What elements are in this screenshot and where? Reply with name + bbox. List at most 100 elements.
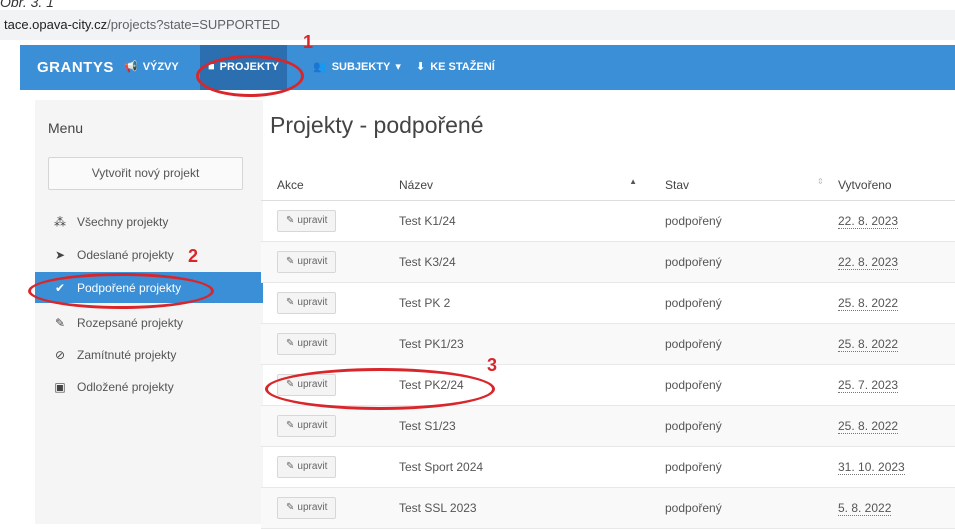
cell-akce: ✎ upravit xyxy=(261,405,379,447)
sidebar-item-label: Zamítnuté projekty xyxy=(77,347,177,362)
sidebar: Menu Vytvořit nový projekt ⁂ Všechny pro… xyxy=(35,100,263,524)
pencil-icon: ✎ xyxy=(286,256,295,267)
sidebar-item-drafts[interactable]: ✎ Rozepsané projekty xyxy=(35,307,263,338)
pencil-icon: ✎ xyxy=(286,297,295,308)
sidebar-title: Menu xyxy=(48,120,84,136)
cell-vytvoreno: 25. 8. 2022 xyxy=(815,323,955,365)
cell-akce: ✎ upravit xyxy=(261,487,379,529)
nav-subjekty[interactable]: 👥 SUBJEKTY ▾ xyxy=(313,45,401,90)
pencil-icon: ✎ xyxy=(286,420,295,431)
cell-nazev: Test Sport 2024 xyxy=(379,446,645,488)
edit-button[interactable]: ✎ upravit xyxy=(277,455,337,478)
created-date: 25. 8. 2022 xyxy=(838,295,899,311)
edit-button[interactable]: ✎ upravit xyxy=(277,496,337,519)
cell-stav: podpořený xyxy=(645,241,815,283)
projects-table: Akce Název ▲ Stav ⇕ Vytvořeno ✎ upravit Test… xyxy=(261,170,955,529)
cell-akce: ✎ upravit xyxy=(261,241,379,283)
cell-vytvoreno: 22. 8. 2023 xyxy=(815,200,955,242)
column-stav[interactable]: Stav xyxy=(645,170,815,201)
cell-stav: podpořený xyxy=(645,200,815,242)
cell-vytvoreno: 22. 8. 2023 xyxy=(815,241,955,283)
sidebar-item-sent[interactable]: ➤ Odeslané projekty xyxy=(35,239,263,270)
chevron-down-icon: ▾ xyxy=(395,61,401,73)
column-vytvoreno-label: Vytvořeno xyxy=(838,177,892,192)
created-date: 22. 8. 2023 xyxy=(838,254,899,270)
bullhorn-icon: 📢 xyxy=(124,61,138,73)
sidebar-item-rejected[interactable]: ⊘ Zamítnuté projekty xyxy=(35,339,263,370)
figure-caption: Obr. 3. 1 xyxy=(0,0,54,10)
url-host: tace.opava-city.cz xyxy=(4,17,108,32)
edit-button[interactable]: ✎ upravit xyxy=(277,250,337,273)
archive-icon: ▣ xyxy=(54,379,66,394)
address-bar[interactable]: tace.opava-city.cz/projects?state=SUPPOR… xyxy=(0,10,955,40)
annotation-number-1: 1 xyxy=(303,32,314,52)
pencil-icon: ✎ xyxy=(286,338,295,349)
nav-vyzvy[interactable]: 📢 VÝZVY xyxy=(124,45,179,90)
nav-vyzvy-label: VÝZVY xyxy=(142,61,179,73)
edit-button-label: upravit xyxy=(297,256,328,267)
created-date: 25. 7. 2023 xyxy=(838,377,899,393)
url-path: /projects?state=SUPPORTED xyxy=(107,17,280,32)
annotation-ring-3 xyxy=(265,368,495,410)
cell-akce: ✎ upravit xyxy=(261,323,379,365)
cell-stav: podpořený xyxy=(645,323,815,365)
cell-vytvoreno: 5. 8. 2022 xyxy=(815,487,955,529)
download-icon: ⬇ xyxy=(416,61,426,73)
ban-icon: ⊘ xyxy=(54,347,66,362)
new-project-button[interactable]: Vytvořit nový projekt xyxy=(48,157,243,190)
created-date: 25. 8. 2022 xyxy=(838,418,899,434)
edit-button-label: upravit xyxy=(297,502,328,513)
cell-akce: ✎ upravit xyxy=(261,446,379,488)
edit-button[interactable]: ✎ upravit xyxy=(277,291,337,314)
cell-nazev: Test K3/24 xyxy=(379,241,645,283)
table-header-row: Akce Název ▲ Stav ⇕ Vytvořeno xyxy=(261,170,955,201)
table-row: ✎ upravit Test K1/24 podpořený 22. 8. 2023 xyxy=(261,200,955,242)
annotation-ring-1 xyxy=(196,55,304,97)
edit-button[interactable]: ✎ upravit xyxy=(277,332,337,355)
annotation-number-3: 3 xyxy=(487,355,498,375)
table-row: ✎ upravit Test PK1/23 podpořený 25. 8. 2022 xyxy=(261,323,955,365)
cell-nazev: Test S1/23 xyxy=(379,405,645,447)
sidebar-item-label: Odložené projekty xyxy=(77,379,174,394)
edit-button[interactable]: ✎ upravit xyxy=(277,414,337,437)
edit-button-label: upravit xyxy=(297,215,328,226)
column-vytvoreno[interactable]: ⇕ Vytvořeno xyxy=(815,170,955,201)
cell-stav: podpořený xyxy=(645,282,815,324)
column-nazev[interactable]: Název ▲ xyxy=(379,170,645,201)
cell-stav: podpořený xyxy=(645,364,815,406)
pencil-icon: ✎ xyxy=(286,502,295,513)
sort-asc-icon: ▲ xyxy=(629,177,637,186)
annotation-number-2: 2 xyxy=(188,246,199,266)
cell-nazev: Test PK1/23 xyxy=(379,323,645,365)
cell-stav: podpořený xyxy=(645,446,815,488)
created-date: 5. 8. 2022 xyxy=(838,500,892,516)
table-row: ✎ upravit Test K3/24 podpořený 22. 8. 2023 xyxy=(261,241,955,283)
users-icon: 👥 xyxy=(313,61,327,73)
page-content: Menu Vytvořit nový projekt ⁂ Všechny pro… xyxy=(35,100,955,529)
column-akce: Akce xyxy=(261,170,379,201)
sidebar-item-all[interactable]: ⁂ Všechny projekty xyxy=(35,206,263,237)
sidebar-item-label: Rozepsané projekty xyxy=(77,315,184,330)
created-date: 22. 8. 2023 xyxy=(838,213,899,229)
send-icon: ➤ xyxy=(54,247,66,262)
edit-button[interactable]: ✎ upravit xyxy=(277,209,337,232)
nav-ke-stazeni[interactable]: ⬇ KE STAŽENÍ xyxy=(416,45,495,90)
nav-subjekty-label: SUBJEKTY xyxy=(331,61,391,73)
edit-button-label: upravit xyxy=(297,338,328,349)
created-date: 25. 8. 2022 xyxy=(838,336,899,352)
sidebar-item-label: Odeslané projekty xyxy=(77,247,174,262)
edit-button-label: upravit xyxy=(297,297,328,308)
cell-nazev: Test K1/24 xyxy=(379,200,645,242)
edit-button-label: upravit xyxy=(297,461,328,472)
cell-nazev: Test SSL 2023 xyxy=(379,487,645,529)
table-row: ✎ upravit Test PK 2 podpořený 25. 8. 2022 xyxy=(261,282,955,324)
top-navbar: GRANTYS 📢 VÝZVY ■ PROJEKTY 👥 SUBJEKTY ▾ … xyxy=(20,45,955,90)
brand-logo[interactable]: GRANTYS xyxy=(37,45,114,90)
created-date: 31. 10. 2023 xyxy=(838,459,905,475)
column-nazev-label: Název xyxy=(399,177,434,192)
sidebar-item-postponed[interactable]: ▣ Odložené projekty xyxy=(35,371,263,402)
sort-icon: ⇕ xyxy=(817,177,824,186)
page-title: Projekty - podpořené xyxy=(270,112,484,138)
cell-akce: ✎ upravit xyxy=(261,282,379,324)
sidebar-item-label: Všechny projekty xyxy=(77,214,169,229)
